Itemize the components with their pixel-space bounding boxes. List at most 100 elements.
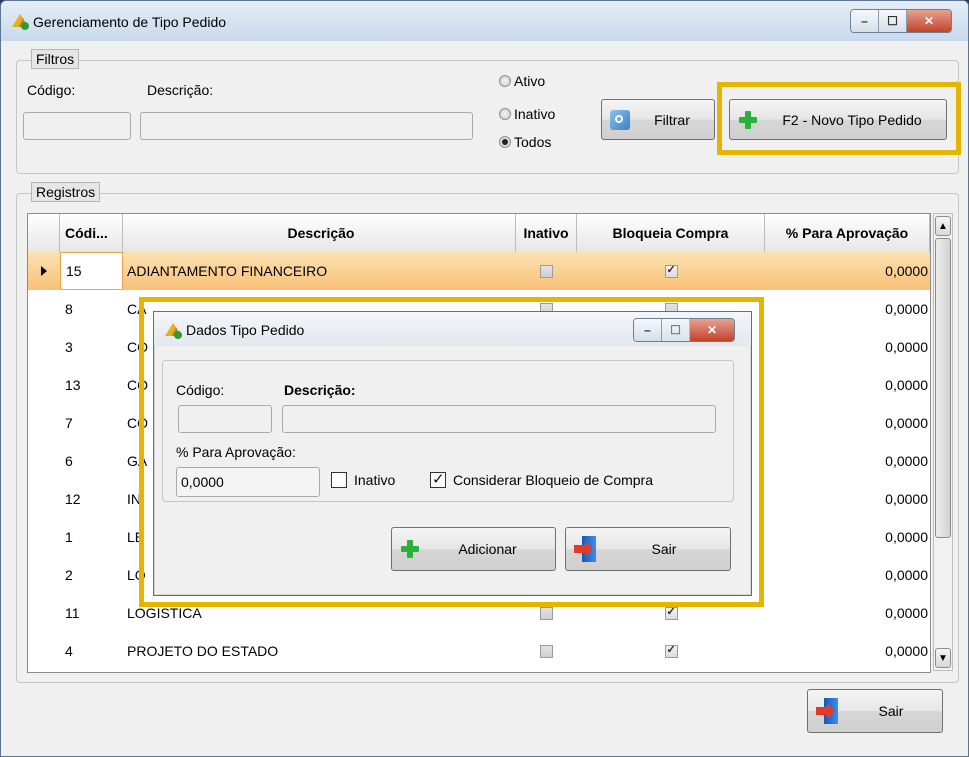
- scroll-thumb[interactable]: [935, 238, 951, 538]
- cell-descricao[interactable]: LOGISTICA: [123, 594, 516, 632]
- close-icon: ✕: [923, 14, 935, 28]
- filter-descricao-input[interactable]: [140, 112, 473, 140]
- dialog-codigo-input[interactable]: [178, 405, 272, 433]
- cell-codigo[interactable]: 2: [60, 556, 123, 594]
- cell-bloqueia[interactable]: [577, 594, 765, 632]
- cell-bloqueia[interactable]: [577, 252, 765, 290]
- cell-codigo[interactable]: 11: [60, 594, 123, 632]
- inativo-checkbox[interactable]: [540, 264, 553, 278]
- exit-door-icon: [574, 536, 598, 562]
- current-row-arrow-icon: [41, 266, 47, 276]
- inativo-check-box: [331, 472, 347, 488]
- chevron-down-icon: ▼: [938, 652, 948, 664]
- cell-aprovacao[interactable]: 0,0000: [765, 594, 930, 632]
- dialog-add-button[interactable]: Adicionar: [391, 527, 556, 571]
- dialog-inativo-checkbox[interactable]: Inativo: [331, 472, 395, 488]
- cell-aprovacao[interactable]: 0,0000: [765, 632, 930, 670]
- dialog-title: Dados Tipo Pedido: [186, 322, 305, 338]
- cell-codigo[interactable]: 12: [60, 480, 123, 518]
- dialog-exit-label: Sair: [651, 541, 677, 557]
- filters-group-title: Filtros: [31, 49, 80, 69]
- dialog-title-bar[interactable]: Dados Tipo Pedido – ☐ ✕: [154, 312, 751, 346]
- dialog-app-logo-icon: [165, 323, 182, 339]
- maximize-button[interactable]: ☐: [879, 10, 907, 32]
- radio-ativo-dot: [499, 75, 511, 87]
- dialog-exit-button[interactable]: Sair: [565, 527, 731, 571]
- cell-inativo[interactable]: [516, 594, 577, 632]
- cell-codigo[interactable]: 7: [60, 404, 123, 442]
- filter-icon: [610, 109, 630, 130]
- row-indicator: [28, 594, 60, 632]
- row-indicator: [28, 556, 60, 594]
- filter-button-label: Filtrar: [654, 111, 690, 128]
- cell-aprovacao[interactable]: 0,0000: [765, 252, 930, 290]
- cell-aprovacao[interactable]: 0,0000: [765, 480, 930, 518]
- row-indicator: [28, 252, 60, 290]
- minimize-icon: –: [644, 323, 651, 337]
- title-bar[interactable]: Gerenciamento de Tipo Pedido – ☐ ✕: [1, 1, 968, 41]
- cell-aprovacao[interactable]: 0,0000: [765, 556, 930, 594]
- cell-bloqueia[interactable]: [577, 632, 765, 670]
- cell-aprovacao[interactable]: 0,0000: [765, 290, 930, 328]
- row-indicator: [28, 442, 60, 480]
- main-exit-label: Sair: [878, 703, 904, 719]
- grid-scrollbar[interactable]: ▲ ▼: [933, 213, 953, 671]
- cell-codigo[interactable]: 4: [60, 632, 123, 670]
- cell-codigo[interactable]: 13: [60, 366, 123, 404]
- scroll-up-button[interactable]: ▲: [935, 216, 951, 236]
- filter-button[interactable]: Filtrar: [601, 99, 715, 140]
- radio-inativo[interactable]: Inativo: [499, 106, 555, 122]
- bloqueio-check-label: Considerar Bloqueio de Compra: [453, 472, 653, 488]
- table-row[interactable]: 4PROJETO DO ESTADO 0,0000: [28, 632, 930, 670]
- cell-descricao[interactable]: ADIANTAMENTO FINANCEIRO: [123, 252, 516, 290]
- radio-inativo-dot: [499, 108, 511, 120]
- main-exit-button[interactable]: Sair: [807, 689, 943, 733]
- row-indicator: [28, 480, 60, 518]
- cell-aprovacao[interactable]: 0,0000: [765, 518, 930, 556]
- row-indicator: [28, 518, 60, 556]
- dialog-aprovacao-input[interactable]: [176, 467, 320, 497]
- bloqueia-checkbox[interactable]: [664, 643, 678, 658]
- cell-aprovacao[interactable]: 0,0000: [765, 404, 930, 442]
- header-codigo[interactable]: Códi...: [60, 214, 123, 252]
- dialog-descricao-input[interactable]: [282, 405, 716, 433]
- cell-codigo[interactable]: 6: [60, 442, 123, 480]
- header-bloqueia-compra[interactable]: Bloqueia Compra: [577, 214, 765, 252]
- cell-aprovacao[interactable]: 0,0000: [765, 328, 930, 366]
- header-aprovacao[interactable]: % Para Aprovação: [765, 214, 930, 252]
- bloqueia-checkbox[interactable]: [664, 605, 678, 620]
- maximize-icon: ☐: [887, 14, 898, 28]
- minimize-button[interactable]: –: [851, 10, 879, 32]
- cell-codigo[interactable]: 3: [60, 328, 123, 366]
- bloqueia-checkbox[interactable]: [664, 263, 678, 278]
- cell-descricao[interactable]: PROJETO DO ESTADO: [123, 632, 516, 670]
- header-descricao[interactable]: Descrição: [123, 214, 516, 252]
- header-inativo[interactable]: Inativo: [516, 214, 577, 252]
- radio-todos[interactable]: Todos: [499, 134, 551, 150]
- cell-inativo[interactable]: [516, 252, 577, 290]
- cell-codigo[interactable]: 1: [60, 518, 123, 556]
- grid-header: Códi... Descrição Inativo Bloqueia Compr…: [28, 214, 930, 253]
- dialog-bloqueio-checkbox[interactable]: Considerar Bloqueio de Compra: [430, 470, 653, 488]
- filter-codigo-input[interactable]: [23, 112, 131, 140]
- table-row[interactable]: 15ADIANTAMENTO FINANCEIRO 0,0000: [28, 252, 930, 290]
- radio-todos-label: Todos: [514, 134, 552, 150]
- cell-codigo[interactable]: 15: [60, 252, 123, 290]
- cell-aprovacao[interactable]: 0,0000: [765, 366, 930, 404]
- radio-ativo[interactable]: Ativo: [499, 73, 545, 89]
- inativo-checkbox[interactable]: [540, 644, 553, 658]
- table-row[interactable]: 11LOGISTICA 0,0000: [28, 594, 930, 632]
- scroll-down-button[interactable]: ▼: [935, 648, 951, 668]
- cell-aprovacao[interactable]: 0,0000: [765, 442, 930, 480]
- dialog-maximize-button[interactable]: ☐: [662, 319, 690, 341]
- dialog-codigo-label: Código:: [176, 382, 225, 398]
- minimize-icon: –: [861, 14, 868, 28]
- new-tipo-pedido-button[interactable]: F2 - Novo Tipo Pedido: [729, 99, 947, 140]
- inativo-checkbox[interactable]: [540, 606, 553, 620]
- cell-inativo[interactable]: [516, 632, 577, 670]
- dialog-minimize-button[interactable]: –: [634, 319, 662, 341]
- dialog-close-button[interactable]: ✕: [690, 319, 734, 341]
- cell-codigo[interactable]: 8: [60, 290, 123, 328]
- close-button[interactable]: ✕: [907, 10, 951, 32]
- bloqueio-check-box: [430, 470, 446, 488]
